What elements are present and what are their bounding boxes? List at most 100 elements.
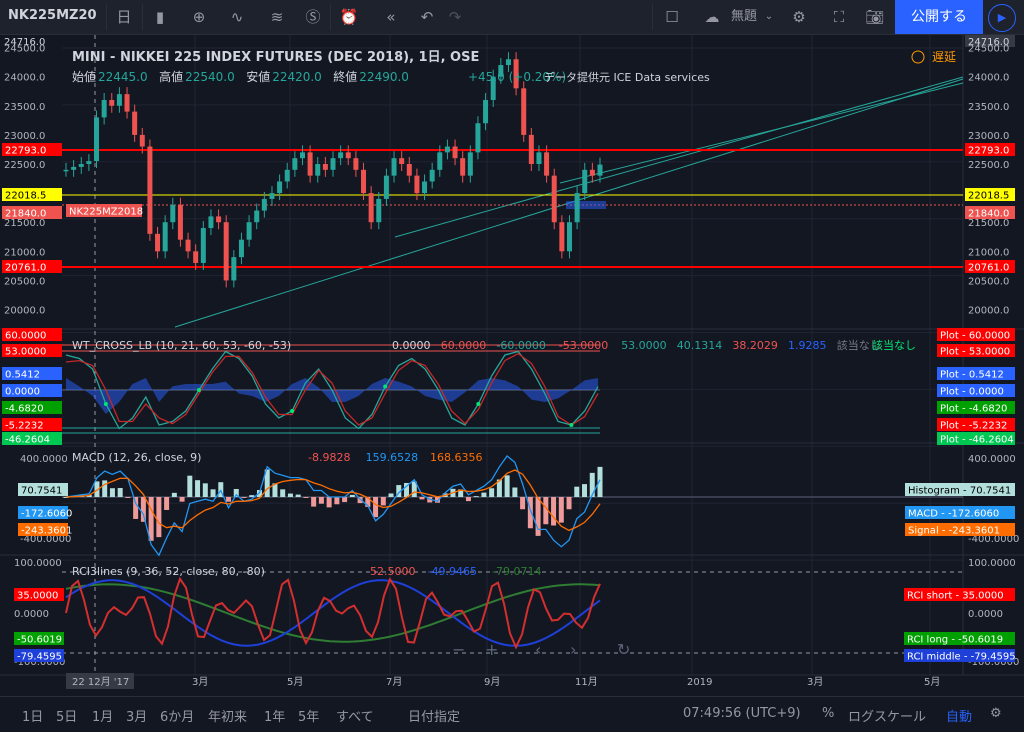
rci-tick: 0.0000 [14,609,49,620]
x-tick: 11月 [575,676,598,688]
replay-icon[interactable]: « [380,4,402,30]
play-icon[interactable]: ▶ [988,4,1016,32]
wt-axis-tag: -4.6820 [5,404,44,415]
candle-body [315,164,321,176]
symbol-tag: NK225MZ2018 [69,207,143,218]
price-line-tag: 20761.0 [5,263,46,274]
wt-axis-tag: 0.0000 [5,387,40,398]
candle-body [574,193,580,223]
candle-body [216,216,222,223]
histogram-bar [303,497,309,498]
wt-axis-tag: -46.2604 [5,435,50,446]
candle-body [536,152,542,165]
candle-body [223,222,229,281]
redo-icon[interactable]: ↷ [444,4,466,30]
ohlc-label: 安値 [246,69,270,84]
bottom-bar: 1日 5日 1月 3月 6か月 年初来 1年 5年 すべて 日付指定 07:49:56 (UTC… [0,696,1024,732]
financials-icon[interactable]: Ⓢ [302,4,324,30]
chart-title[interactable]: MINI - NIKKEI 225 INDEX FUTURES (DEC 201… [72,50,479,65]
histogram-bar [373,497,379,518]
gear-icon[interactable]: ⚙ [788,4,810,30]
price-tick: 24000.0 [968,73,1009,84]
histogram-bar [311,497,317,507]
cross-dot [290,409,295,413]
publish-button[interactable]: 公開する [895,0,983,34]
price-tick: 21500.0 [4,218,45,229]
undo-icon[interactable]: ↶ [416,4,438,30]
alert-icon[interactable]: ⏰ [338,4,360,30]
auto-scale-toggle[interactable]: 自動 [946,706,972,725]
candle-type-icon[interactable]: ▮ [150,4,170,30]
candle-body [78,164,84,167]
candle-body [254,210,260,223]
candle-body [353,158,359,170]
compare-icon[interactable]: ≋ [266,4,288,30]
range-button[interactable]: 5年 [298,706,319,725]
cross-dot [569,423,574,427]
go-to-date-button[interactable]: 日付指定 [408,706,460,725]
wt-axis-tag: 53.0000 [5,347,46,358]
log-scale-toggle[interactable]: ログスケール [848,706,926,725]
candle-body [185,239,191,252]
indicators-icon[interactable]: ⊕ [188,4,210,30]
range-button[interactable]: 1年 [264,706,285,725]
candle-body [292,158,298,170]
expand-icon[interactable]: ⛶ [828,4,850,30]
histogram-bar [489,488,495,497]
range-button[interactable]: 5日 [56,706,77,725]
camera-icon[interactable]: 📷︎ [864,4,886,30]
candle-body [399,158,405,165]
interval-button[interactable]: 日 [114,4,134,30]
macd-title[interactable]: MACD (12, 26, close, 9) [72,451,201,464]
chart-area[interactable]: − + ‹ › ↻ 24716.024500.024000.023500.023000.… [0,35,1024,695]
ohlc-value: 22445.0 [98,70,148,84]
candle-body [544,152,550,176]
candle-body [551,175,557,223]
x-tick: 5月 [287,676,303,688]
range-button[interactable]: 年初来 [208,706,247,725]
ohlc-value: 22490.0 [359,70,409,84]
cross-dot [476,402,481,406]
gear-icon[interactable]: ⚙ [990,706,1002,721]
candle-body [177,204,183,240]
range-button[interactable]: すべて [336,706,374,725]
range-button[interactable]: 1月 [92,706,113,725]
candle-body [101,99,107,118]
wt-value: 53.0000 [621,339,667,352]
symbol-search[interactable]: NK225MZ20 [8,8,97,23]
histogram-bar [481,492,487,497]
candle-body [170,204,176,223]
candle-body [269,193,275,199]
candle-body [345,152,351,159]
wt-axis-tag: 60.0000 [5,331,46,342]
histogram-bar [125,497,131,498]
macd-axis-tag: -243.3601 [21,526,72,537]
wt-value: 40.1314 [677,339,723,352]
fullscreen-box-icon[interactable]: ☐ [662,4,682,30]
macd-legend-tag: Histogram - 70.7541 [908,486,1011,497]
price-tick: 21000.0 [4,247,45,258]
percent-toggle[interactable]: % [822,706,834,721]
macd-value: 159.6528 [366,451,419,464]
histogram-bar [574,486,580,497]
histogram-bar [133,497,139,519]
x-tick: 22 12月 '17 [72,676,129,688]
selection-box[interactable] [566,201,606,209]
clock[interactable]: 07:49:56 (UTC+9) [683,706,801,721]
layout-name[interactable]: 無題 [726,4,762,30]
wt-title[interactable]: WT_CROSS_LB (10, 21, 60, 53, -60, -53) [72,339,291,352]
price-tick: 20500.0 [4,276,45,287]
chevron-down-icon[interactable]: ⌄ [764,4,774,30]
candle-body [376,198,382,223]
range-button[interactable]: 3月 [126,706,147,725]
candle-body [505,59,511,66]
line-tool-icon[interactable]: ∿ [226,4,248,30]
wt-value: -53.0000 [559,339,608,352]
price-tick: 24500.0 [4,44,45,55]
range-button[interactable]: 6か月 [160,706,194,725]
range-button[interactable]: 1日 [22,706,43,725]
rci-title[interactable]: RCI3lines (9, 36, 52, close, 80, -80) [72,565,265,578]
price-line-tag: 22018.5 [968,191,1009,202]
svg-text:−: − [452,640,465,659]
candle-body [261,198,267,211]
